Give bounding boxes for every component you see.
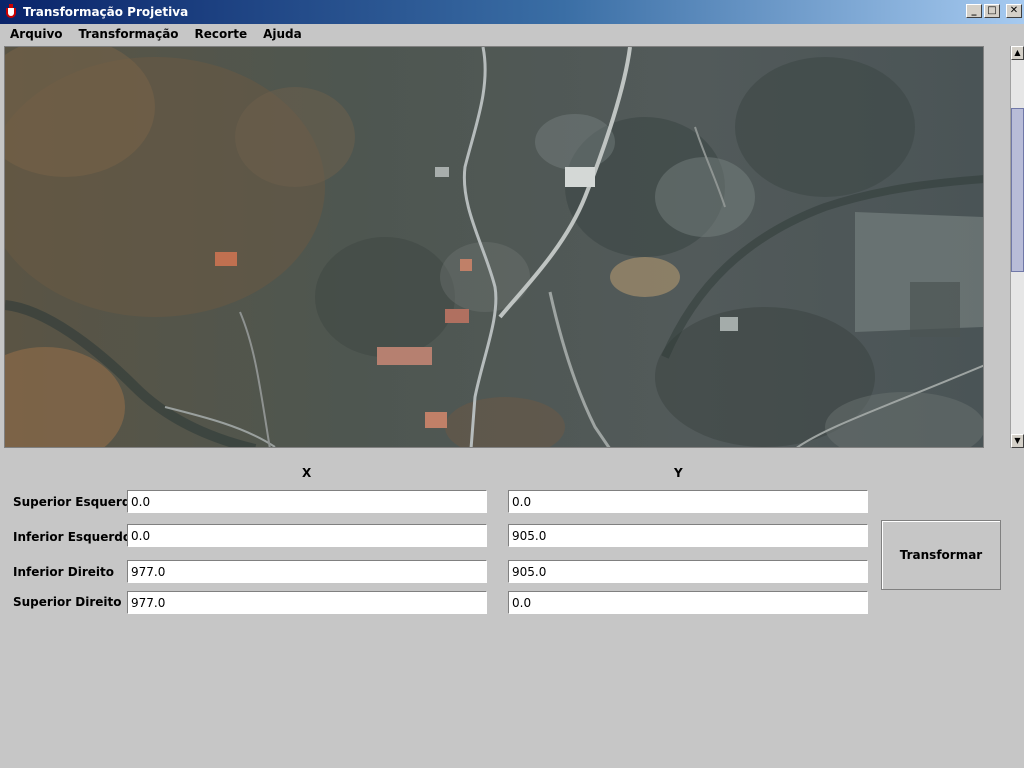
superior-esquerdo-label: Superior Esquerdo xyxy=(13,495,139,509)
inferior-esquerdo-x-field[interactable] xyxy=(127,524,487,547)
aerial-photo xyxy=(5,47,983,447)
maximize-button[interactable]: □ xyxy=(984,4,1000,18)
inferior-direito-x-field[interactable] xyxy=(127,560,487,583)
transform-button[interactable]: Transformar xyxy=(881,520,1001,590)
aerial-image-viewport[interactable] xyxy=(4,46,984,448)
inferior-direito-y-field[interactable] xyxy=(508,560,868,583)
superior-direito-x-field[interactable] xyxy=(127,591,487,614)
x-column-header: X xyxy=(302,466,312,480)
inferior-esquerdo-label: Inferior Esquerdo xyxy=(13,530,132,544)
scroll-down-button[interactable]: ▼ xyxy=(1011,434,1024,448)
window-title: Transformação Projetiva xyxy=(23,5,189,19)
menu-ajuda[interactable]: Ajuda xyxy=(257,27,308,41)
title-bar: Transformação Projetiva _ □ ✕ xyxy=(0,0,1024,24)
menu-arquivo[interactable]: Arquivo xyxy=(4,27,69,41)
superior-esquerdo-x-field[interactable] xyxy=(127,490,487,513)
y-column-header: Y xyxy=(674,466,683,480)
menu-recorte[interactable]: Recorte xyxy=(189,27,254,41)
scroll-up-button[interactable]: ▲ xyxy=(1011,46,1024,60)
menu-bar: Arquivo Transformação Recorte Ajuda xyxy=(0,24,1024,44)
window-controls: _ □ ✕ xyxy=(966,4,1022,18)
close-button[interactable]: ✕ xyxy=(1006,4,1022,18)
minimize-button[interactable]: _ xyxy=(966,4,982,18)
superior-direito-y-field[interactable] xyxy=(508,591,868,614)
scroll-thumb[interactable] xyxy=(1011,108,1024,272)
inferior-direito-label: Inferior Direito xyxy=(13,565,114,579)
java-cup-icon xyxy=(4,4,20,20)
superior-direito-label: Superior Direito xyxy=(13,595,122,609)
menu-transformacao[interactable]: Transformação xyxy=(73,27,185,41)
inferior-esquerdo-y-field[interactable] xyxy=(508,524,868,547)
vertical-scrollbar[interactable]: ▲ ▼ xyxy=(1010,46,1024,448)
superior-esquerdo-y-field[interactable] xyxy=(508,490,868,513)
